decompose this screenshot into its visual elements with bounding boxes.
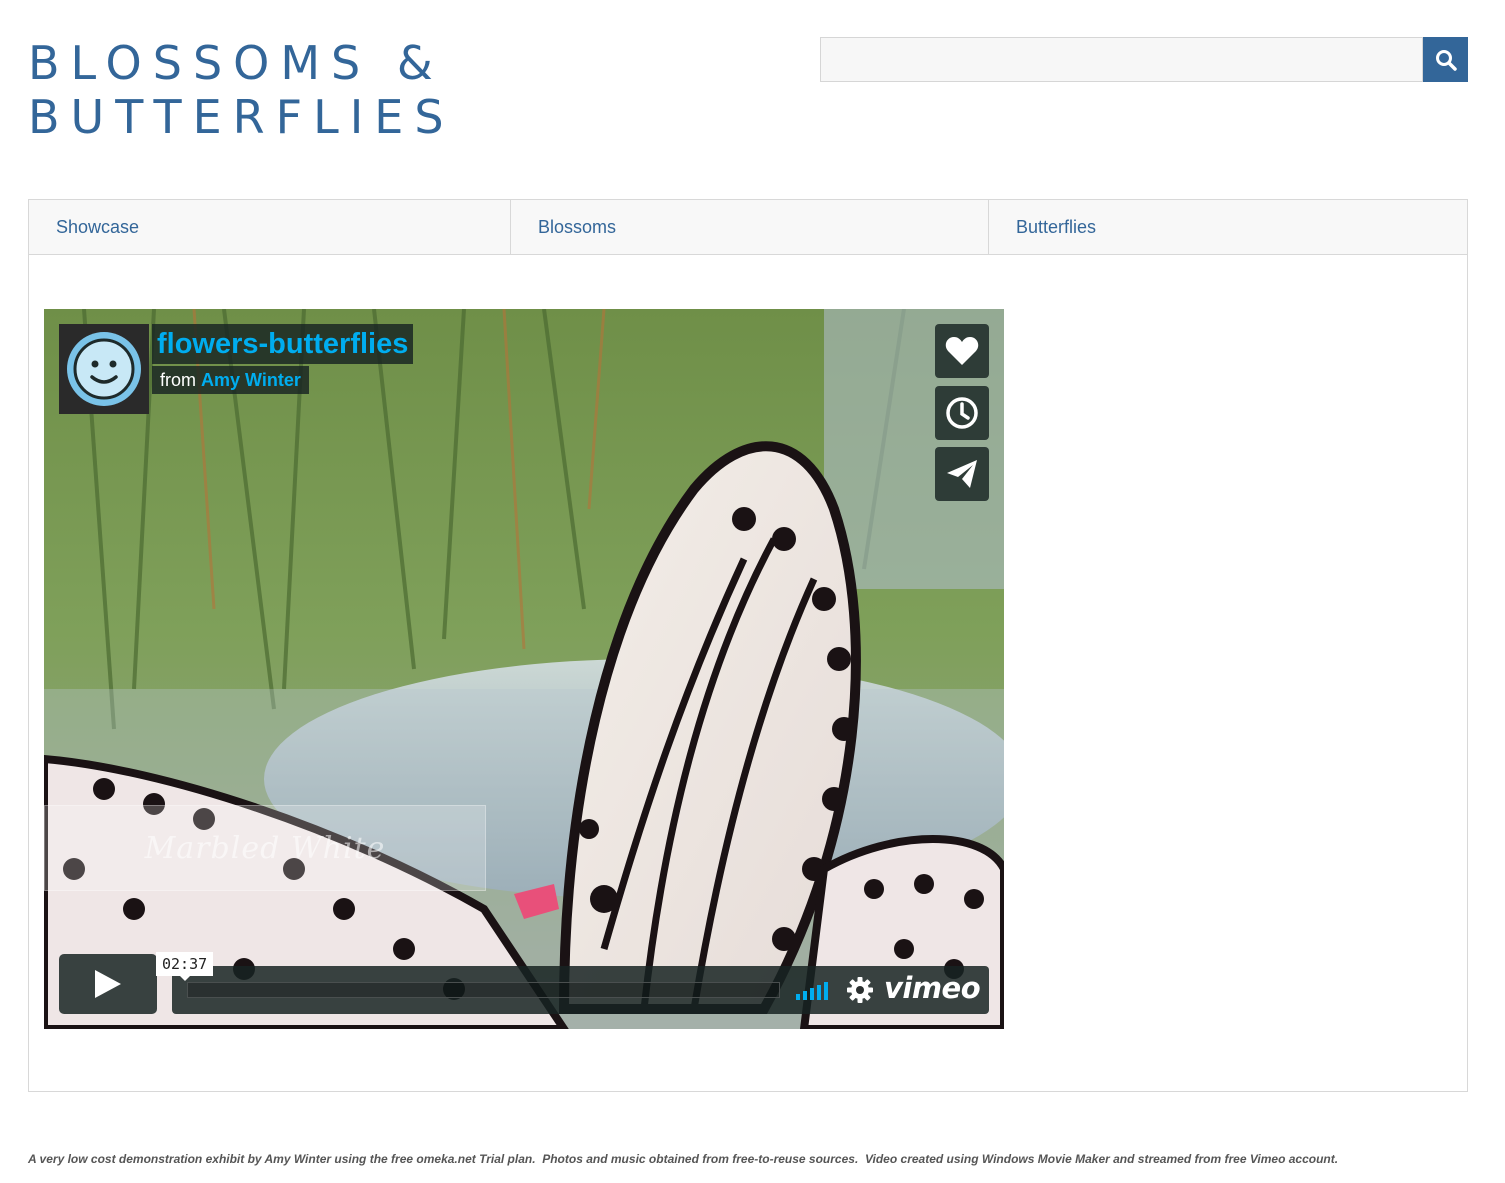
vimeo-logo[interactable]: vimeo (884, 971, 981, 1005)
timecode-tooltip: 02:37 (156, 952, 214, 981)
site-title[interactable]: BLOSSOMS & BUTTERFLIES (28, 36, 455, 144)
share-button[interactable] (935, 447, 989, 501)
watch-later-icon (946, 397, 978, 429)
search-icon (1435, 49, 1457, 71)
video-caption: Marbled White (44, 805, 486, 891)
play-icon (95, 970, 121, 998)
search-button[interactable] (1423, 37, 1468, 82)
volume-icon[interactable] (796, 980, 832, 1000)
site-title-line-1: BLOSSOMS & (28, 36, 444, 90)
like-icon (945, 337, 979, 365)
footer-text: A very low cost demonstration exhibit by… (28, 1152, 1339, 1166)
nav-item-blossoms[interactable]: Blossoms (511, 200, 989, 254)
video-player[interactable]: Marbled White flowers-butterflies from A… (44, 309, 1004, 1029)
search-input[interactable] (820, 37, 1423, 82)
progress-bar[interactable] (187, 982, 780, 998)
play-button[interactable] (59, 954, 157, 1014)
settings-gear-icon[interactable] (847, 977, 873, 1003)
video-byline: from Amy Winter (152, 366, 309, 394)
nav-item-showcase[interactable]: Showcase (29, 200, 511, 254)
author-avatar[interactable] (59, 324, 149, 414)
author-link[interactable]: Amy Winter (201, 370, 301, 390)
video-title-link[interactable]: flowers-butterflies (152, 324, 414, 364)
like-button[interactable] (935, 324, 989, 378)
main-navigation: Showcase Blossoms Butterflies (28, 199, 1468, 255)
byline-prefix: from (160, 370, 196, 390)
control-bar: vimeo (172, 966, 989, 1014)
avatar-face-icon (67, 332, 141, 406)
site-title-line-2: BUTTERFLIES (28, 90, 455, 144)
watch-later-button[interactable] (935, 386, 989, 440)
video-frame (44, 309, 1004, 1029)
nav-item-butterflies[interactable]: Butterflies (989, 200, 1467, 254)
share-icon (947, 460, 977, 488)
